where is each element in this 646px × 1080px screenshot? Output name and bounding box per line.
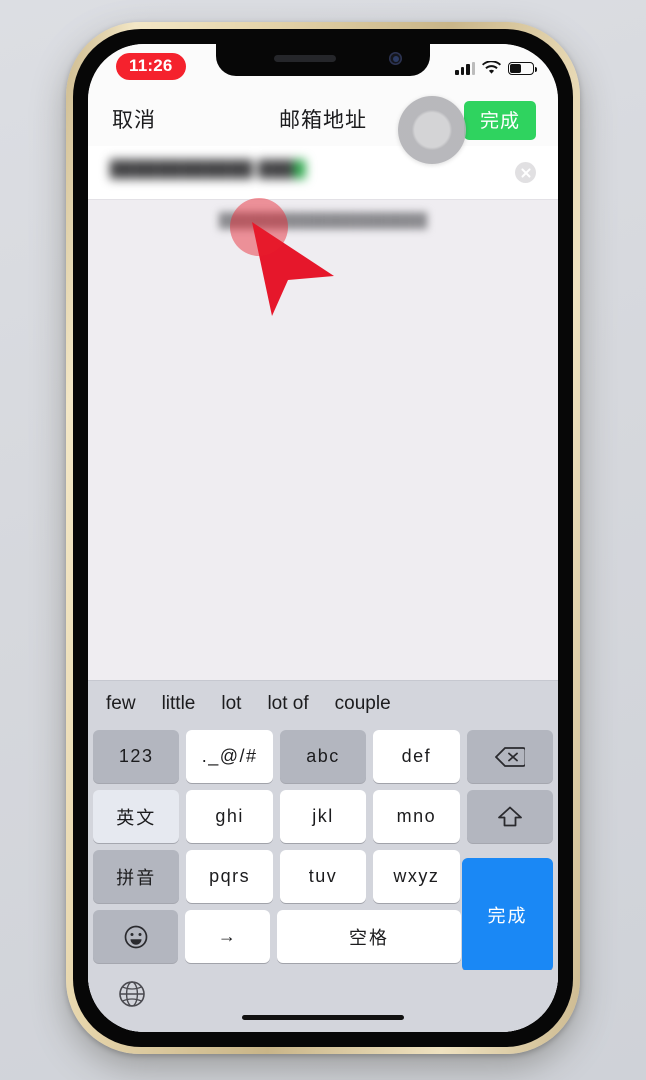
suggestion-bar: few little lot lot of couple [88, 680, 558, 727]
suggestion-item-0[interactable]: few [106, 693, 136, 715]
key-pinyin-mode[interactable]: 拼音 [93, 850, 180, 903]
suggestion-item-4[interactable]: couple [335, 693, 391, 715]
key-def[interactable]: def [373, 730, 460, 783]
key-mno[interactable]: mno [373, 790, 460, 843]
globe-icon[interactable] [118, 980, 146, 1008]
earpiece-speaker-icon [274, 55, 336, 62]
shift-glyph-icon [497, 806, 522, 826]
front-camera-icon [389, 52, 402, 65]
hint-row: █████████████████████ [88, 200, 558, 244]
key-tuv[interactable]: tuv [279, 850, 367, 903]
key-done[interactable]: 完成 [462, 858, 553, 971]
key-arrow-next[interactable]: → [185, 910, 271, 963]
keyboard: few little lot lot of couple 123 ._@/# a… [88, 680, 558, 1032]
navigation-bar: 取消 邮箱地址 完成 [88, 90, 558, 146]
key-pqrs[interactable]: pqrs [186, 850, 273, 903]
email-field-row[interactable]: ████████████ ████ [88, 146, 558, 200]
suggestion-item-2[interactable]: lot [221, 693, 241, 715]
notch [216, 44, 430, 76]
key-abc[interactable]: abc [279, 730, 367, 783]
keyboard-row-1: 123 ._@/# abc def [93, 730, 554, 783]
email-input-text-suffix: █ [294, 161, 307, 178]
keyboard-bottom-bar [88, 970, 558, 1032]
suggestion-item-1[interactable]: little [162, 693, 196, 715]
key-wxyz[interactable]: wxyz [373, 850, 460, 903]
key-ghi[interactable]: ghi [186, 790, 273, 843]
key-123[interactable]: 123 [93, 730, 180, 783]
battery-icon [508, 62, 538, 75]
wifi-icon [482, 61, 501, 74]
cellular-signal-icon [455, 62, 475, 75]
emoji-icon[interactable] [93, 910, 179, 963]
shift-icon[interactable] [466, 790, 554, 843]
hint-text: █████████████████████ [218, 212, 428, 228]
key-space[interactable]: 空格 [277, 910, 461, 963]
done-button[interactable]: 完成 [463, 101, 536, 140]
status-bar-time-recording-pill: 11:26 [116, 53, 186, 80]
phone-screen: 11:26 取消 邮箱地址 完成 ████████████ ████ █████… [88, 44, 558, 1032]
emoji-glyph-icon [124, 925, 147, 948]
clear-circle-icon[interactable] [515, 162, 536, 183]
home-indicator[interactable] [242, 1015, 404, 1020]
status-bar-indicators [455, 57, 538, 75]
key-jkl[interactable]: jkl [279, 790, 367, 843]
suggestion-item-3[interactable]: lot of [267, 693, 308, 715]
backspace-icon[interactable] [466, 730, 554, 783]
key-english-mode[interactable]: 英文 [93, 790, 180, 843]
keyboard-row-2: 英文 ghi jkl mno [93, 790, 554, 843]
assistive-touch-icon[interactable] [398, 96, 466, 164]
backspace-glyph-icon [494, 746, 525, 767]
email-input-text: ████████████ ███ [110, 161, 295, 178]
email-input-value[interactable]: ████████████ ████ [110, 161, 306, 179]
key-symbols[interactable]: ._@/# [186, 730, 273, 783]
phone-device-frame: 11:26 取消 邮箱地址 完成 ████████████ ████ █████… [66, 22, 580, 1054]
phone-bezel: 11:26 取消 邮箱地址 完成 ████████████ ████ █████… [73, 29, 573, 1047]
